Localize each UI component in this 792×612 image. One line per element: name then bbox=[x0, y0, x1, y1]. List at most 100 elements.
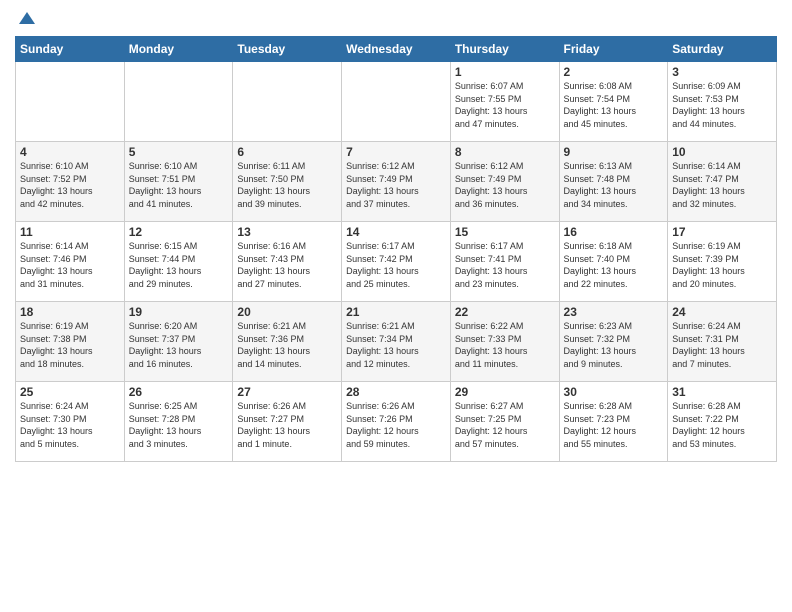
day-number: 9 bbox=[564, 145, 664, 159]
day-cell: 24Sunrise: 6:24 AM Sunset: 7:31 PM Dayli… bbox=[668, 302, 777, 382]
day-cell bbox=[342, 62, 451, 142]
day-info: Sunrise: 6:27 AM Sunset: 7:25 PM Dayligh… bbox=[455, 400, 555, 450]
day-number: 16 bbox=[564, 225, 664, 239]
day-cell: 27Sunrise: 6:26 AM Sunset: 7:27 PM Dayli… bbox=[233, 382, 342, 462]
day-cell: 18Sunrise: 6:19 AM Sunset: 7:38 PM Dayli… bbox=[16, 302, 125, 382]
day-number: 13 bbox=[237, 225, 337, 239]
day-cell: 31Sunrise: 6:28 AM Sunset: 7:22 PM Dayli… bbox=[668, 382, 777, 462]
day-info: Sunrise: 6:19 AM Sunset: 7:38 PM Dayligh… bbox=[20, 320, 120, 370]
day-cell: 17Sunrise: 6:19 AM Sunset: 7:39 PM Dayli… bbox=[668, 222, 777, 302]
day-number: 1 bbox=[455, 65, 555, 79]
week-row-3: 11Sunrise: 6:14 AM Sunset: 7:46 PM Dayli… bbox=[16, 222, 777, 302]
day-number: 2 bbox=[564, 65, 664, 79]
day-cell: 16Sunrise: 6:18 AM Sunset: 7:40 PM Dayli… bbox=[559, 222, 668, 302]
day-cell: 6Sunrise: 6:11 AM Sunset: 7:50 PM Daylig… bbox=[233, 142, 342, 222]
day-info: Sunrise: 6:21 AM Sunset: 7:36 PM Dayligh… bbox=[237, 320, 337, 370]
week-row-5: 25Sunrise: 6:24 AM Sunset: 7:30 PM Dayli… bbox=[16, 382, 777, 462]
logo bbox=[15, 10, 37, 30]
day-info: Sunrise: 6:07 AM Sunset: 7:55 PM Dayligh… bbox=[455, 80, 555, 130]
day-info: Sunrise: 6:10 AM Sunset: 7:52 PM Dayligh… bbox=[20, 160, 120, 210]
day-number: 8 bbox=[455, 145, 555, 159]
day-cell: 7Sunrise: 6:12 AM Sunset: 7:49 PM Daylig… bbox=[342, 142, 451, 222]
day-info: Sunrise: 6:17 AM Sunset: 7:42 PM Dayligh… bbox=[346, 240, 446, 290]
day-cell: 2Sunrise: 6:08 AM Sunset: 7:54 PM Daylig… bbox=[559, 62, 668, 142]
day-cell: 10Sunrise: 6:14 AM Sunset: 7:47 PM Dayli… bbox=[668, 142, 777, 222]
day-info: Sunrise: 6:26 AM Sunset: 7:27 PM Dayligh… bbox=[237, 400, 337, 450]
day-cell: 14Sunrise: 6:17 AM Sunset: 7:42 PM Dayli… bbox=[342, 222, 451, 302]
day-cell: 29Sunrise: 6:27 AM Sunset: 7:25 PM Dayli… bbox=[450, 382, 559, 462]
column-header-sunday: Sunday bbox=[16, 37, 125, 62]
day-number: 19 bbox=[129, 305, 229, 319]
day-number: 18 bbox=[20, 305, 120, 319]
day-info: Sunrise: 6:12 AM Sunset: 7:49 PM Dayligh… bbox=[455, 160, 555, 210]
day-number: 22 bbox=[455, 305, 555, 319]
day-info: Sunrise: 6:15 AM Sunset: 7:44 PM Dayligh… bbox=[129, 240, 229, 290]
day-info: Sunrise: 6:19 AM Sunset: 7:39 PM Dayligh… bbox=[672, 240, 772, 290]
day-info: Sunrise: 6:10 AM Sunset: 7:51 PM Dayligh… bbox=[129, 160, 229, 210]
day-number: 11 bbox=[20, 225, 120, 239]
day-number: 12 bbox=[129, 225, 229, 239]
day-number: 3 bbox=[672, 65, 772, 79]
day-number: 20 bbox=[237, 305, 337, 319]
day-info: Sunrise: 6:14 AM Sunset: 7:47 PM Dayligh… bbox=[672, 160, 772, 210]
day-number: 25 bbox=[20, 385, 120, 399]
column-header-monday: Monday bbox=[124, 37, 233, 62]
day-info: Sunrise: 6:18 AM Sunset: 7:40 PM Dayligh… bbox=[564, 240, 664, 290]
day-number: 21 bbox=[346, 305, 446, 319]
day-number: 5 bbox=[129, 145, 229, 159]
day-cell: 28Sunrise: 6:26 AM Sunset: 7:26 PM Dayli… bbox=[342, 382, 451, 462]
day-number: 17 bbox=[672, 225, 772, 239]
day-cell: 1Sunrise: 6:07 AM Sunset: 7:55 PM Daylig… bbox=[450, 62, 559, 142]
column-header-friday: Friday bbox=[559, 37, 668, 62]
day-number: 6 bbox=[237, 145, 337, 159]
column-header-tuesday: Tuesday bbox=[233, 37, 342, 62]
column-header-thursday: Thursday bbox=[450, 37, 559, 62]
day-info: Sunrise: 6:14 AM Sunset: 7:46 PM Dayligh… bbox=[20, 240, 120, 290]
day-cell: 3Sunrise: 6:09 AM Sunset: 7:53 PM Daylig… bbox=[668, 62, 777, 142]
day-number: 24 bbox=[672, 305, 772, 319]
week-row-2: 4Sunrise: 6:10 AM Sunset: 7:52 PM Daylig… bbox=[16, 142, 777, 222]
column-header-saturday: Saturday bbox=[668, 37, 777, 62]
day-cell bbox=[16, 62, 125, 142]
day-info: Sunrise: 6:16 AM Sunset: 7:43 PM Dayligh… bbox=[237, 240, 337, 290]
day-info: Sunrise: 6:09 AM Sunset: 7:53 PM Dayligh… bbox=[672, 80, 772, 130]
day-number: 27 bbox=[237, 385, 337, 399]
day-info: Sunrise: 6:24 AM Sunset: 7:30 PM Dayligh… bbox=[20, 400, 120, 450]
day-cell: 19Sunrise: 6:20 AM Sunset: 7:37 PM Dayli… bbox=[124, 302, 233, 382]
day-info: Sunrise: 6:20 AM Sunset: 7:37 PM Dayligh… bbox=[129, 320, 229, 370]
day-number: 23 bbox=[564, 305, 664, 319]
day-info: Sunrise: 6:25 AM Sunset: 7:28 PM Dayligh… bbox=[129, 400, 229, 450]
day-number: 15 bbox=[455, 225, 555, 239]
day-info: Sunrise: 6:23 AM Sunset: 7:32 PM Dayligh… bbox=[564, 320, 664, 370]
day-number: 26 bbox=[129, 385, 229, 399]
day-cell: 9Sunrise: 6:13 AM Sunset: 7:48 PM Daylig… bbox=[559, 142, 668, 222]
day-cell: 26Sunrise: 6:25 AM Sunset: 7:28 PM Dayli… bbox=[124, 382, 233, 462]
day-cell: 8Sunrise: 6:12 AM Sunset: 7:49 PM Daylig… bbox=[450, 142, 559, 222]
day-number: 7 bbox=[346, 145, 446, 159]
day-cell: 4Sunrise: 6:10 AM Sunset: 7:52 PM Daylig… bbox=[16, 142, 125, 222]
day-info: Sunrise: 6:28 AM Sunset: 7:22 PM Dayligh… bbox=[672, 400, 772, 450]
column-header-wednesday: Wednesday bbox=[342, 37, 451, 62]
day-info: Sunrise: 6:24 AM Sunset: 7:31 PM Dayligh… bbox=[672, 320, 772, 370]
week-row-4: 18Sunrise: 6:19 AM Sunset: 7:38 PM Dayli… bbox=[16, 302, 777, 382]
day-cell: 20Sunrise: 6:21 AM Sunset: 7:36 PM Dayli… bbox=[233, 302, 342, 382]
day-info: Sunrise: 6:28 AM Sunset: 7:23 PM Dayligh… bbox=[564, 400, 664, 450]
day-cell: 15Sunrise: 6:17 AM Sunset: 7:41 PM Dayli… bbox=[450, 222, 559, 302]
day-cell: 30Sunrise: 6:28 AM Sunset: 7:23 PM Dayli… bbox=[559, 382, 668, 462]
day-number: 10 bbox=[672, 145, 772, 159]
day-info: Sunrise: 6:21 AM Sunset: 7:34 PM Dayligh… bbox=[346, 320, 446, 370]
day-number: 30 bbox=[564, 385, 664, 399]
page: SundayMondayTuesdayWednesdayThursdayFrid… bbox=[0, 0, 792, 612]
day-number: 14 bbox=[346, 225, 446, 239]
week-row-1: 1Sunrise: 6:07 AM Sunset: 7:55 PM Daylig… bbox=[16, 62, 777, 142]
day-cell: 22Sunrise: 6:22 AM Sunset: 7:33 PM Dayli… bbox=[450, 302, 559, 382]
day-cell: 21Sunrise: 6:21 AM Sunset: 7:34 PM Dayli… bbox=[342, 302, 451, 382]
day-cell: 12Sunrise: 6:15 AM Sunset: 7:44 PM Dayli… bbox=[124, 222, 233, 302]
day-cell: 23Sunrise: 6:23 AM Sunset: 7:32 PM Dayli… bbox=[559, 302, 668, 382]
day-info: Sunrise: 6:08 AM Sunset: 7:54 PM Dayligh… bbox=[564, 80, 664, 130]
header bbox=[15, 10, 777, 30]
calendar: SundayMondayTuesdayWednesdayThursdayFrid… bbox=[15, 36, 777, 462]
day-info: Sunrise: 6:26 AM Sunset: 7:26 PM Dayligh… bbox=[346, 400, 446, 450]
day-cell: 11Sunrise: 6:14 AM Sunset: 7:46 PM Dayli… bbox=[16, 222, 125, 302]
day-cell bbox=[124, 62, 233, 142]
